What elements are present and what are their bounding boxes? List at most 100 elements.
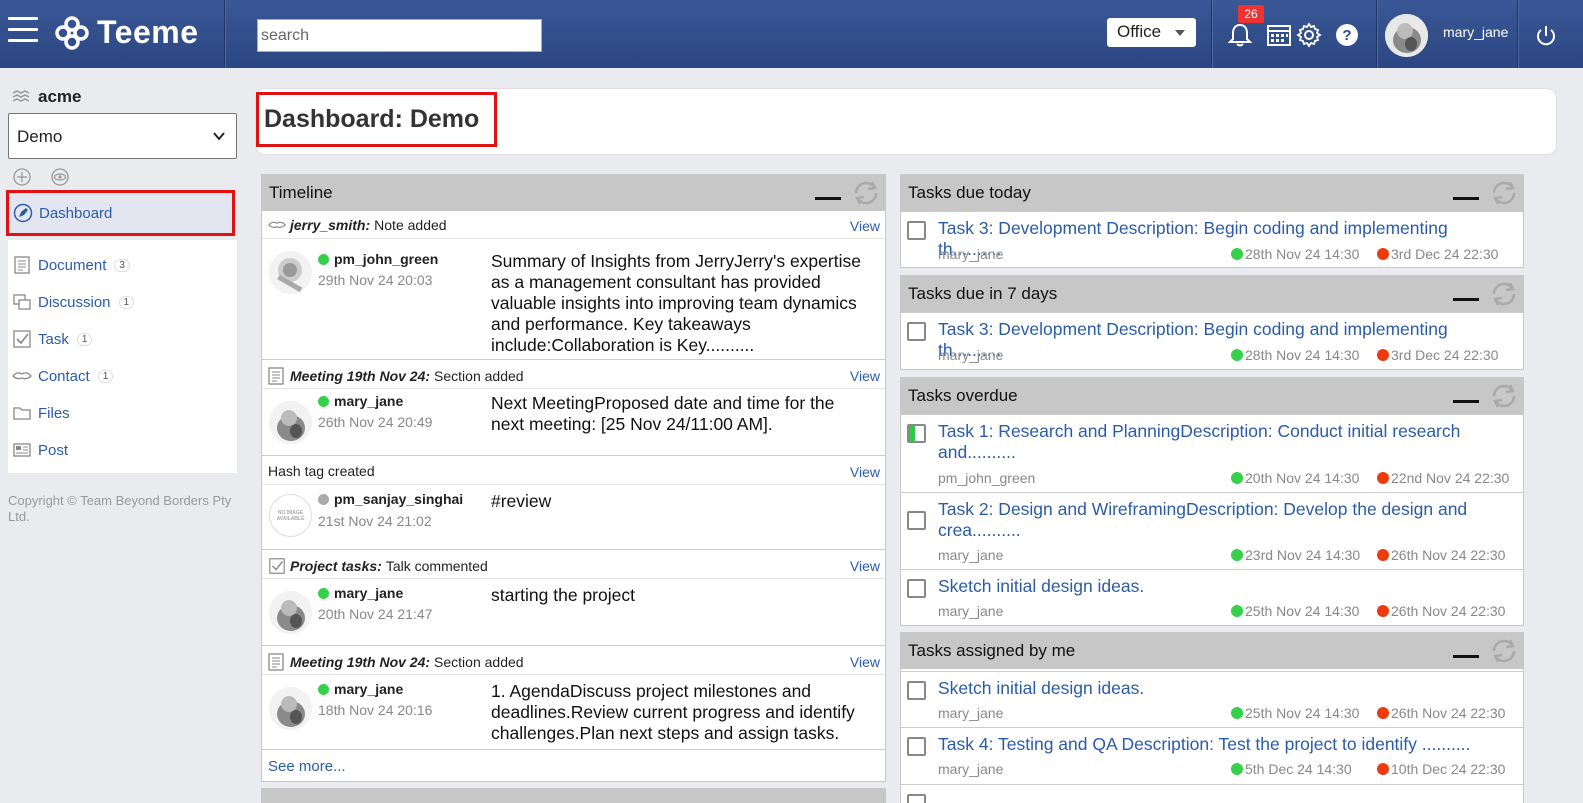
sidebar-item-discussion[interactable]: Discussion 1 bbox=[12, 287, 135, 317]
online-status-icon bbox=[318, 253, 329, 265]
power-icon[interactable] bbox=[1534, 24, 1558, 48]
entry-header: Hash tag created bbox=[268, 463, 375, 479]
entry-time: 21st Nov 24 21:02 bbox=[318, 513, 432, 529]
task-checkbox[interactable] bbox=[907, 737, 926, 756]
view-link[interactable]: View bbox=[850, 654, 880, 670]
sidebar-item-dashboard[interactable]: Dashboard bbox=[6, 190, 235, 236]
org-header: acme bbox=[12, 87, 81, 107]
entry-context: Meeting 19th Nov 24: bbox=[290, 654, 431, 670]
sidebar-item-document[interactable]: Document 3 bbox=[12, 250, 130, 280]
item-count: 1 bbox=[97, 369, 114, 383]
sidebar-item-post[interactable]: Post bbox=[12, 435, 68, 465]
avatar[interactable] bbox=[269, 687, 312, 730]
app-logo[interactable]: Teeme bbox=[55, 14, 199, 51]
task-checkbox[interactable] bbox=[907, 579, 926, 598]
minimize-icon[interactable] bbox=[1453, 197, 1479, 200]
entry-user[interactable]: mary_jane bbox=[318, 393, 403, 409]
entry-user[interactable]: mary_jane bbox=[318, 585, 403, 601]
task-end-date: 22nd Nov 24 22:30 bbox=[1391, 470, 1510, 486]
gear-icon[interactable] bbox=[1296, 22, 1322, 48]
calendar-icon[interactable] bbox=[1266, 22, 1292, 48]
refresh-icon[interactable] bbox=[851, 179, 881, 207]
tasks-assigned-panel: Tasks assigned by me Sketch initial desi… bbox=[900, 632, 1524, 803]
timeline-panel: Timeline jerry_smith: Note added View pm… bbox=[261, 174, 886, 782]
office-dropdown[interactable]: Office bbox=[1107, 18, 1196, 47]
entry-user[interactable]: mary_jane bbox=[318, 681, 403, 697]
bell-icon[interactable] bbox=[1227, 22, 1253, 48]
task-checkbox[interactable] bbox=[907, 221, 926, 240]
avatar[interactable] bbox=[1385, 14, 1428, 57]
item-count: 3 bbox=[114, 258, 130, 272]
task-checkbox[interactable] bbox=[907, 794, 926, 803]
refresh-icon[interactable] bbox=[1489, 382, 1519, 410]
username[interactable]: mary_jane bbox=[1443, 24, 1508, 40]
entry-text: Next MeetingProposed date and time for t… bbox=[491, 393, 835, 434]
view-link[interactable]: View bbox=[850, 218, 880, 234]
task-user: mary_jane bbox=[938, 246, 1004, 262]
sidebar-item-task[interactable]: Task 1 bbox=[12, 324, 93, 354]
entry-username: mary_jane bbox=[334, 681, 404, 697]
minimize-icon[interactable] bbox=[1453, 298, 1479, 301]
task-start-date: 25th Nov 24 14:30 bbox=[1245, 705, 1360, 721]
start-dot-icon bbox=[1231, 472, 1243, 484]
task-user: pm_john_green bbox=[938, 470, 1036, 486]
sidebar-tools bbox=[12, 167, 70, 187]
panel-title: Timeline bbox=[269, 183, 333, 202]
task-row: Task 3: Development Description: Begin c… bbox=[901, 312, 1523, 369]
avatar[interactable] bbox=[269, 401, 312, 444]
task-checkbox[interactable] bbox=[907, 322, 926, 341]
sidebar-item-label: Document bbox=[38, 256, 107, 274]
task-row: Task 3: Development Description: Begin c… bbox=[901, 211, 1523, 267]
space-select[interactable]: Demo bbox=[8, 113, 237, 159]
task-row-partial bbox=[901, 784, 1523, 803]
sidebar-item-label: Post bbox=[38, 441, 69, 459]
avatar[interactable] bbox=[269, 251, 312, 294]
sidebar-item-contact[interactable]: Contact 1 bbox=[12, 361, 114, 391]
task-checkbox[interactable] bbox=[907, 511, 926, 530]
minimize-icon[interactable] bbox=[1453, 655, 1479, 658]
minimize-icon[interactable] bbox=[815, 197, 841, 200]
sidebar-item-label: Dashboard bbox=[39, 204, 113, 222]
sidebar-item-files[interactable]: Files bbox=[12, 398, 70, 428]
no-image-avatar[interactable]: NO IMAGE AVAILABLE bbox=[269, 494, 312, 537]
task-end-date: 10th Dec 24 22:30 bbox=[1391, 761, 1506, 777]
entry-user[interactable]: pm_sanjay_singhai bbox=[318, 491, 463, 507]
task-end-date: 3rd Dec 24 22:30 bbox=[1391, 347, 1499, 363]
search-input[interactable] bbox=[257, 19, 542, 52]
add-icon[interactable] bbox=[12, 167, 32, 187]
refresh-icon[interactable] bbox=[1489, 637, 1519, 665]
task-title-link[interactable]: Task 2: Design and WireframingDescriptio… bbox=[938, 499, 1513, 541]
menu-icon[interactable] bbox=[8, 17, 38, 45]
task-title-link[interactable]: Sketch initial design ideas. bbox=[938, 678, 1513, 699]
view-link[interactable]: View bbox=[850, 464, 880, 480]
task-user: mary_jane bbox=[938, 547, 1004, 563]
refresh-icon[interactable] bbox=[1489, 280, 1519, 308]
divider bbox=[262, 238, 885, 239]
task-title-link[interactable]: Task 1: Research and PlanningDescription… bbox=[938, 421, 1513, 463]
entry-user[interactable]: pm_john_green bbox=[318, 251, 438, 267]
task-checkbox[interactable] bbox=[907, 681, 926, 700]
task-row: Task 4: Testing and QA Description: Test… bbox=[901, 727, 1523, 784]
document-icon bbox=[268, 367, 284, 385]
view-link[interactable]: View bbox=[850, 558, 880, 574]
see-more-link[interactable]: See more... bbox=[268, 758, 346, 775]
entry-username: pm_john_green bbox=[334, 251, 439, 267]
help-icon[interactable]: ? bbox=[1334, 22, 1360, 48]
refresh-icon[interactable] bbox=[1489, 179, 1519, 207]
task-progress-checkbox[interactable] bbox=[907, 424, 926, 443]
task-end: 3rd Dec 24 22:30 bbox=[1377, 246, 1498, 262]
eye-icon[interactable] bbox=[50, 167, 70, 187]
note-icon bbox=[268, 221, 286, 228]
chevron-down-icon bbox=[213, 132, 225, 141]
task-icon bbox=[13, 330, 31, 348]
view-link[interactable]: View bbox=[850, 368, 880, 384]
avatar[interactable] bbox=[269, 591, 312, 634]
avatar-image-icon bbox=[269, 591, 312, 634]
task-title-link[interactable]: Task 4: Testing and QA Description: Test… bbox=[938, 734, 1513, 755]
task-title-link[interactable]: Sketch initial design ideas. bbox=[938, 576, 1513, 597]
minimize-icon[interactable] bbox=[1453, 400, 1479, 403]
task-end-date: 26th Nov 24 22:30 bbox=[1391, 705, 1506, 721]
item-count: 1 bbox=[76, 332, 93, 346]
task-start: 25th Nov 24 14:30 bbox=[1231, 603, 1359, 619]
entry-time: 29th Nov 24 20:03 bbox=[318, 272, 433, 288]
